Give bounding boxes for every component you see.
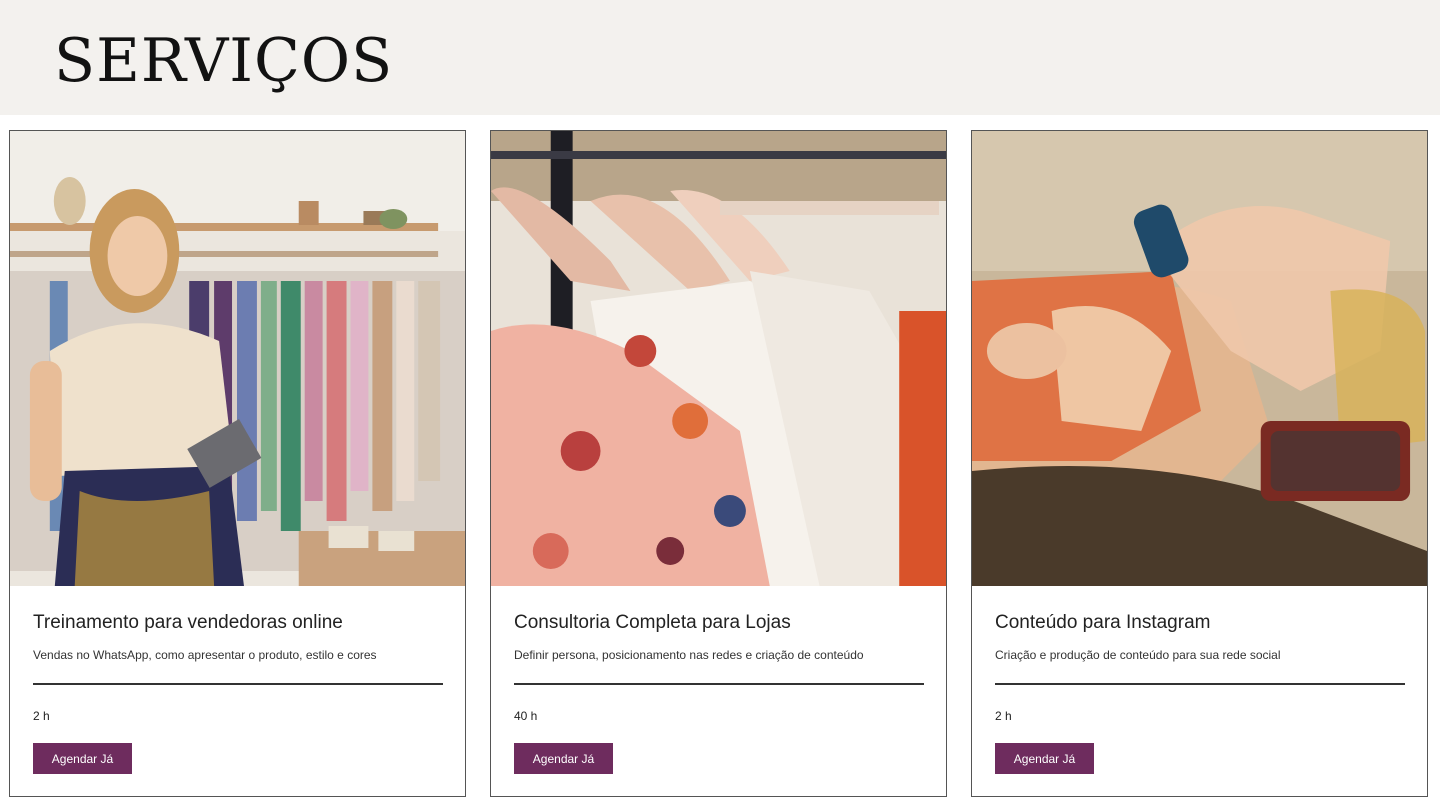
divider [995, 683, 1405, 685]
service-card: Consultoria Completa para Lojas Definir … [490, 130, 947, 797]
divider [33, 683, 443, 685]
service-duration: 2 h [995, 709, 1012, 723]
page-title: SERVIÇOS [54, 26, 394, 96]
service-description: Vendas no WhatsApp, como apresentar o pr… [33, 648, 377, 662]
service-image [10, 131, 465, 586]
book-now-button[interactable]: Agendar Já [33, 743, 132, 774]
divider [514, 683, 924, 685]
service-image [972, 131, 1427, 586]
service-title: Consultoria Completa para Lojas [514, 612, 791, 633]
service-duration: 2 h [33, 709, 50, 723]
service-duration: 40 h [514, 709, 538, 723]
service-description: Criação e produção de conteúdo para sua … [995, 648, 1281, 662]
service-title: Treinamento para vendedoras online [33, 612, 343, 633]
book-now-button[interactable]: Agendar Já [514, 743, 613, 774]
service-title: Conteúdo para Instagram [995, 612, 1211, 633]
book-now-button[interactable]: Agendar Já [995, 743, 1094, 774]
service-image [491, 131, 946, 586]
service-card: Conteúdo para Instagram Criação e produç… [971, 130, 1428, 797]
service-card: Treinamento para vendedoras online Venda… [9, 130, 466, 797]
page-header: SERVIÇOS [0, 0, 1440, 115]
service-description: Definir persona, posicionamento nas rede… [514, 648, 864, 662]
